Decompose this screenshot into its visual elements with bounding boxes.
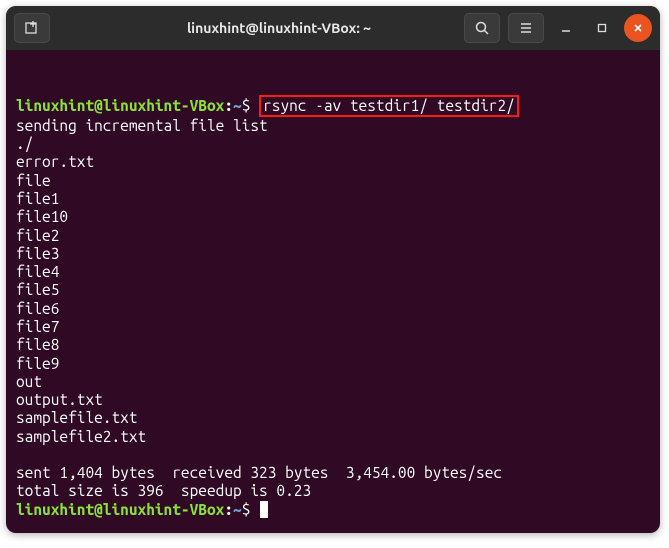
window-title: linuxhint@linuxhint-VBox: ~ — [102, 20, 456, 36]
output-line: file — [16, 172, 650, 190]
minimize-icon — [560, 22, 572, 34]
command-line: linuxhint@linuxhint-VBox:~$ rsync -av te… — [16, 95, 650, 117]
output-line: file9 — [16, 355, 650, 373]
output-line: file5 — [16, 281, 650, 299]
terminal-window: linuxhint@linuxhint-VBox: ~ linuxhint@li… — [6, 6, 660, 533]
cursor — [260, 501, 268, 518]
prompt-idle: linuxhint@linuxhint-VBox:~$ — [16, 501, 650, 519]
output-line: file7 — [16, 318, 650, 336]
output-line: file8 — [16, 336, 650, 354]
search-button[interactable] — [464, 13, 500, 43]
close-icon — [632, 22, 644, 34]
output-line: file2 — [16, 227, 650, 245]
terminal-body[interactable]: linuxhint@linuxhint-VBox:~$ rsync -av te… — [6, 50, 660, 533]
prompt-dollar: $ — [242, 501, 259, 518]
close-button[interactable] — [624, 14, 652, 42]
maximize-icon — [596, 22, 608, 34]
output-line — [16, 446, 650, 464]
output-line: samplefile.txt — [16, 409, 650, 427]
output-line: error.txt — [16, 153, 650, 171]
prompt-path: ~ — [233, 97, 242, 114]
output-line: file10 — [16, 208, 650, 226]
prompt-path: ~ — [233, 501, 242, 518]
output-line: output.txt — [16, 391, 650, 409]
window-controls — [552, 14, 652, 42]
prompt-colon: : — [224, 97, 233, 114]
prompt-dollar: $ — [242, 97, 259, 114]
output-line: file4 — [16, 263, 650, 281]
hamburger-icon — [518, 20, 534, 36]
output-line: ./ — [16, 135, 650, 153]
output-line: file1 — [16, 190, 650, 208]
search-icon — [474, 20, 490, 36]
output-line: sent 1,404 bytes received 323 bytes 3,45… — [16, 464, 650, 482]
new-tab-button[interactable] — [14, 13, 50, 43]
output-line: samplefile2.txt — [16, 428, 650, 446]
output-line: sending incremental file list — [16, 117, 650, 135]
minimize-button[interactable] — [552, 14, 580, 42]
prompt-colon: : — [224, 501, 233, 518]
command-text: rsync -av testdir1/ testdir2/ — [263, 97, 515, 114]
output-line: file3 — [16, 245, 650, 263]
menu-button[interactable] — [508, 13, 544, 43]
titlebar: linuxhint@linuxhint-VBox: ~ — [6, 6, 660, 50]
output-line: file6 — [16, 300, 650, 318]
command-highlight: rsync -av testdir1/ testdir2/ — [259, 95, 519, 117]
output-block: sending incremental file list./error.txt… — [16, 117, 650, 501]
output-line: out — [16, 373, 650, 391]
output-line: total size is 396 speedup is 0.23 — [16, 482, 650, 500]
prompt-user-host: linuxhint@linuxhint-VBox — [16, 501, 224, 518]
maximize-button[interactable] — [588, 14, 616, 42]
new-tab-icon — [24, 20, 40, 36]
prompt-user-host: linuxhint@linuxhint-VBox — [16, 97, 224, 114]
